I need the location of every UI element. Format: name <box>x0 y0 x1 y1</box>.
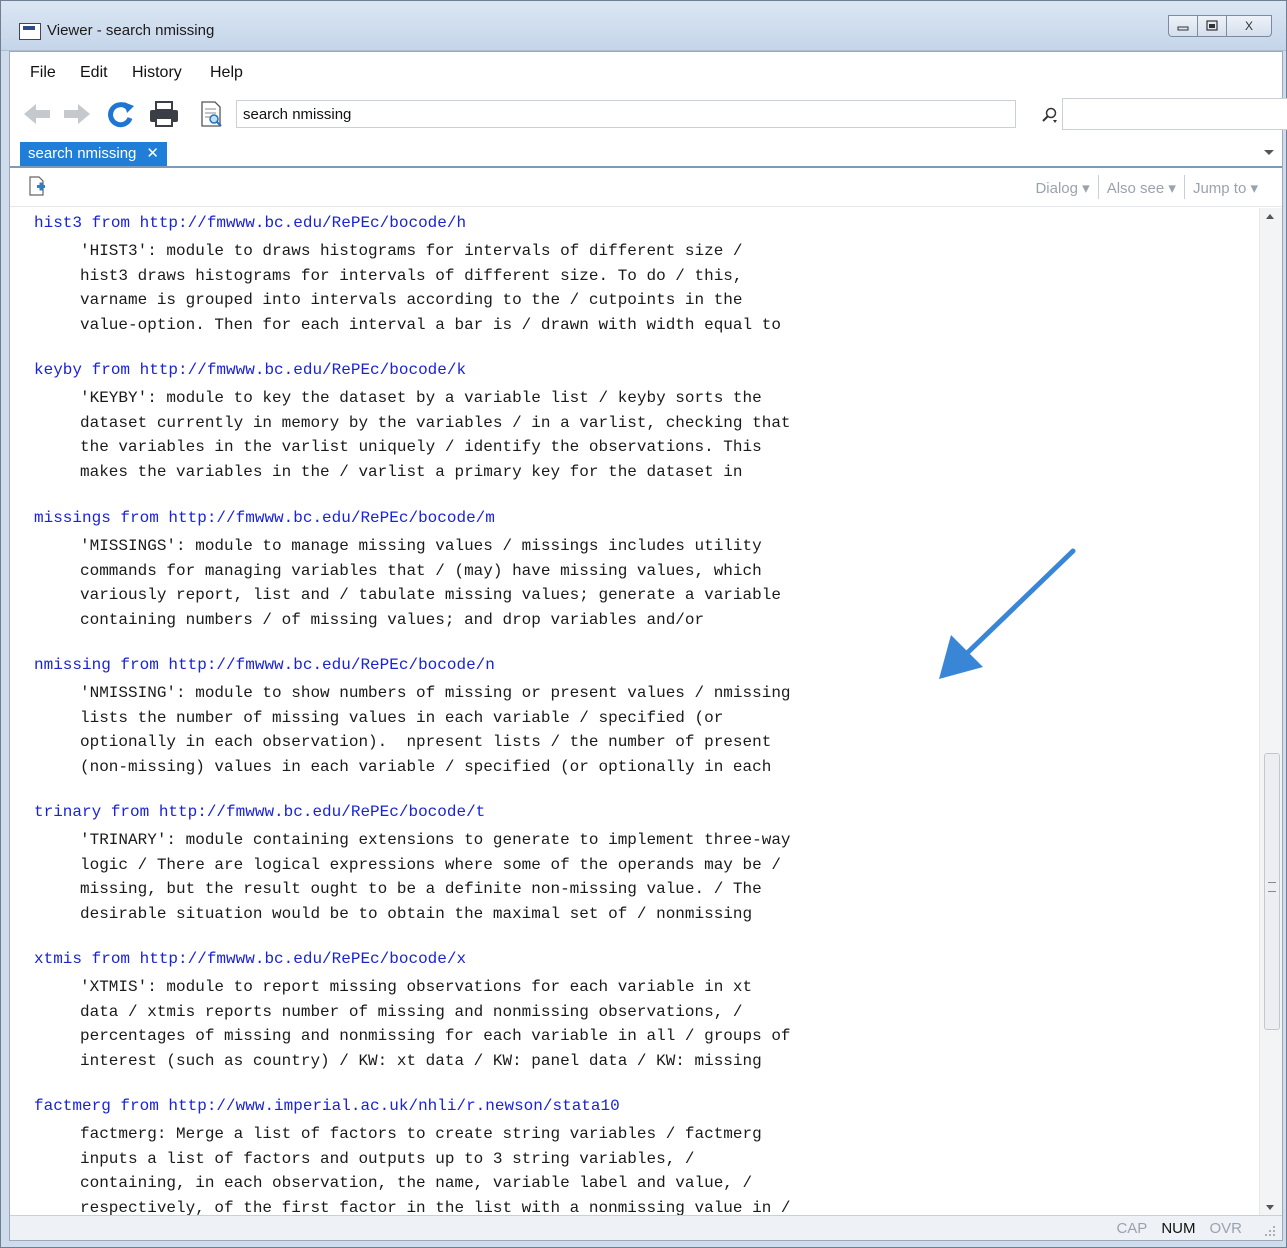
also-see-dropdown[interactable]: Also see ▾ <box>1099 179 1184 199</box>
result-line: 'MISSINGS': module to manage missing val… <box>80 537 762 555</box>
result-entry: xtmis from http://fmwww.bc.edu/RePEc/boc… <box>34 950 791 1073</box>
result-link[interactable]: factmerg from http://www.imperial.ac.uk/… <box>34 1097 791 1122</box>
search-input[interactable] <box>1062 98 1287 130</box>
tab-close-icon[interactable]: ✕ <box>146 142 159 166</box>
result-link[interactable]: xtmis from http://fmwww.bc.edu/RePEc/boc… <box>34 950 791 975</box>
viewer-window: Viewer - search nmissing X File Edit His… <box>0 0 1287 1248</box>
result-entry: trinary from http://fmwww.bc.edu/RePEc/b… <box>34 803 791 926</box>
result-link[interactable]: missings from http://fmwww.bc.edu/RePEc/… <box>34 509 781 534</box>
grip-icon <box>1268 882 1276 892</box>
result-line: percentages of missing and nonmissing fo… <box>80 1027 791 1046</box>
status-indicators: CAP NUM OVR <box>1116 1220 1242 1237</box>
result-line: 'KEYBY': module to key the dataset by a … <box>80 389 762 407</box>
back-button[interactable] <box>22 100 52 128</box>
result-line: the variables in the varlist uniquely / … <box>80 438 762 457</box>
result-link[interactable]: trinary from http://fmwww.bc.edu/RePEc/b… <box>34 803 791 828</box>
dialog-label: Dialog <box>1035 180 1078 197</box>
result-line: dataset currently in memory by the varia… <box>80 413 791 432</box>
tab-label: search nmissing <box>28 145 137 162</box>
jump-to-label: Jump to <box>1192 180 1247 197</box>
back-arrow-icon <box>24 104 50 124</box>
close-icon: X <box>1244 19 1253 33</box>
window-title: Viewer - search nmissing <box>47 22 215 39</box>
result-entry: hist3 from http://fmwww.bc.edu/RePEc/boc… <box>34 214 781 337</box>
overwrite-indicator: OVR <box>1209 1220 1242 1237</box>
result-link[interactable]: nmissing from http://fmwww.bc.edu/RePEc/… <box>34 656 791 681</box>
result-line: value-option. Then for each interval a b… <box>80 315 781 334</box>
minimize-button[interactable] <box>1168 15 1198 37</box>
result-line: missing, but the result ought to be a de… <box>80 880 762 899</box>
result-line: lists the number of missing values in ea… <box>80 708 724 727</box>
dialog-dropdown[interactable]: Dialog ▾ <box>1027 179 1097 199</box>
resize-grip-icon[interactable] <box>1264 1225 1276 1237</box>
menu-edit[interactable]: Edit <box>80 64 108 82</box>
result-link[interactable]: hist3 from http://fmwww.bc.edu/RePEc/boc… <box>34 214 781 239</box>
result-link[interactable]: keyby from http://fmwww.bc.edu/RePEc/boc… <box>34 361 791 386</box>
result-line: desirable situation would be to obtain t… <box>80 904 753 923</box>
menu-help[interactable]: Help <box>210 64 243 82</box>
maximize-icon <box>1206 20 1218 31</box>
find-button[interactable] <box>196 100 226 128</box>
num-lock-indicator: NUM <box>1161 1220 1196 1237</box>
tab-search-nmissing[interactable]: search nmissing ✕ <box>20 142 167 166</box>
forward-arrow-icon <box>64 104 90 124</box>
result-line: logic / There are logical expressions wh… <box>80 855 781 874</box>
scroll-up-icon[interactable] <box>1266 214 1274 219</box>
result-line: respectively, of the first factor in the… <box>80 1198 791 1216</box>
document-search-icon <box>201 101 222 127</box>
result-line: commands for managing variables that / (… <box>80 561 762 580</box>
result-entry: nmissing from http://fmwww.bc.edu/RePEc/… <box>34 656 791 779</box>
result-line: hist3 draws histograms for intervals of … <box>80 266 743 285</box>
subnav: Dialog ▾ Also see ▾ Jump to ▾ <box>1027 175 1266 199</box>
menu-bar: File Edit History Help <box>10 52 1282 90</box>
maximize-button[interactable] <box>1197 15 1227 37</box>
refresh-icon <box>108 102 134 128</box>
result-line: 'XTMIS': module to report missing observ… <box>80 978 753 996</box>
minimize-icon <box>1177 26 1189 31</box>
viewer-app-icon <box>19 23 41 40</box>
menu-file[interactable]: File <box>30 64 56 82</box>
result-line: 'NMISSING': module to show numbers of mi… <box>80 684 791 702</box>
result-entry: factmerg from http://www.imperial.ac.uk/… <box>34 1097 791 1216</box>
result-line: inputs a list of factors and outputs up … <box>80 1149 695 1168</box>
printer-icon <box>150 101 178 127</box>
result-line: optionally in each observation). npresen… <box>80 733 772 752</box>
print-button[interactable] <box>148 100 178 128</box>
result-entry: missings from http://fmwww.bc.edu/RePEc/… <box>34 509 781 632</box>
result-line: 'TRINARY': module containing extensions … <box>80 831 791 849</box>
result-line: makes the variables in the / varlist a p… <box>80 462 743 481</box>
vertical-scrollbar[interactable] <box>1259 208 1282 1216</box>
result-line: 'HIST3': module to draws histograms for … <box>80 242 743 260</box>
result-line: containing, in each observation, the nam… <box>80 1174 753 1193</box>
title-bar: Viewer - search nmissing X <box>1 1 1286 51</box>
caps-lock-indicator: CAP <box>1116 1220 1148 1237</box>
result-line: containing numbers / of missing values; … <box>80 610 705 629</box>
scroll-down-icon[interactable] <box>1266 1205 1274 1210</box>
tab-strip: search nmissing ✕ <box>10 142 1282 168</box>
result-line: variously report, list and / tabulate mi… <box>80 586 781 605</box>
forward-button[interactable] <box>62 100 92 128</box>
search-results: hist3 from http://fmwww.bc.edu/RePEc/boc… <box>10 208 1260 1216</box>
tab-list-dropdown-icon[interactable] <box>1264 150 1274 155</box>
result-line: data / xtmis reports number of missing a… <box>80 1002 743 1021</box>
close-window-button[interactable]: X <box>1226 15 1272 37</box>
refresh-button[interactable] <box>106 100 136 128</box>
result-line: (non-missing) values in each variable / … <box>80 757 772 776</box>
result-line: factmerg: Merge a list of factors to cre… <box>80 1125 762 1143</box>
status-bar: CAP NUM OVR <box>10 1215 1282 1240</box>
menu-history[interactable]: History <box>132 64 182 82</box>
sub-toolbar: Dialog ▾ Also see ▾ Jump to ▾ <box>10 168 1282 207</box>
scroll-thumb[interactable] <box>1264 753 1280 1030</box>
search-icon[interactable] <box>1040 106 1058 124</box>
viewer-frame: File Edit History Help search nmissing s… <box>9 51 1287 1241</box>
jump-to-dropdown[interactable]: Jump to ▾ <box>1185 179 1266 199</box>
also-see-label: Also see <box>1106 180 1165 197</box>
address-input[interactable]: search nmissing <box>236 100 1016 128</box>
window-controls: X <box>1168 15 1272 37</box>
result-line: interest (such as country) / KW: xt data… <box>80 1051 762 1070</box>
result-line: varname is grouped into intervals accord… <box>80 291 743 310</box>
result-entry: keyby from http://fmwww.bc.edu/RePEc/boc… <box>34 361 791 484</box>
new-viewer-tab-icon[interactable] <box>28 176 46 196</box>
